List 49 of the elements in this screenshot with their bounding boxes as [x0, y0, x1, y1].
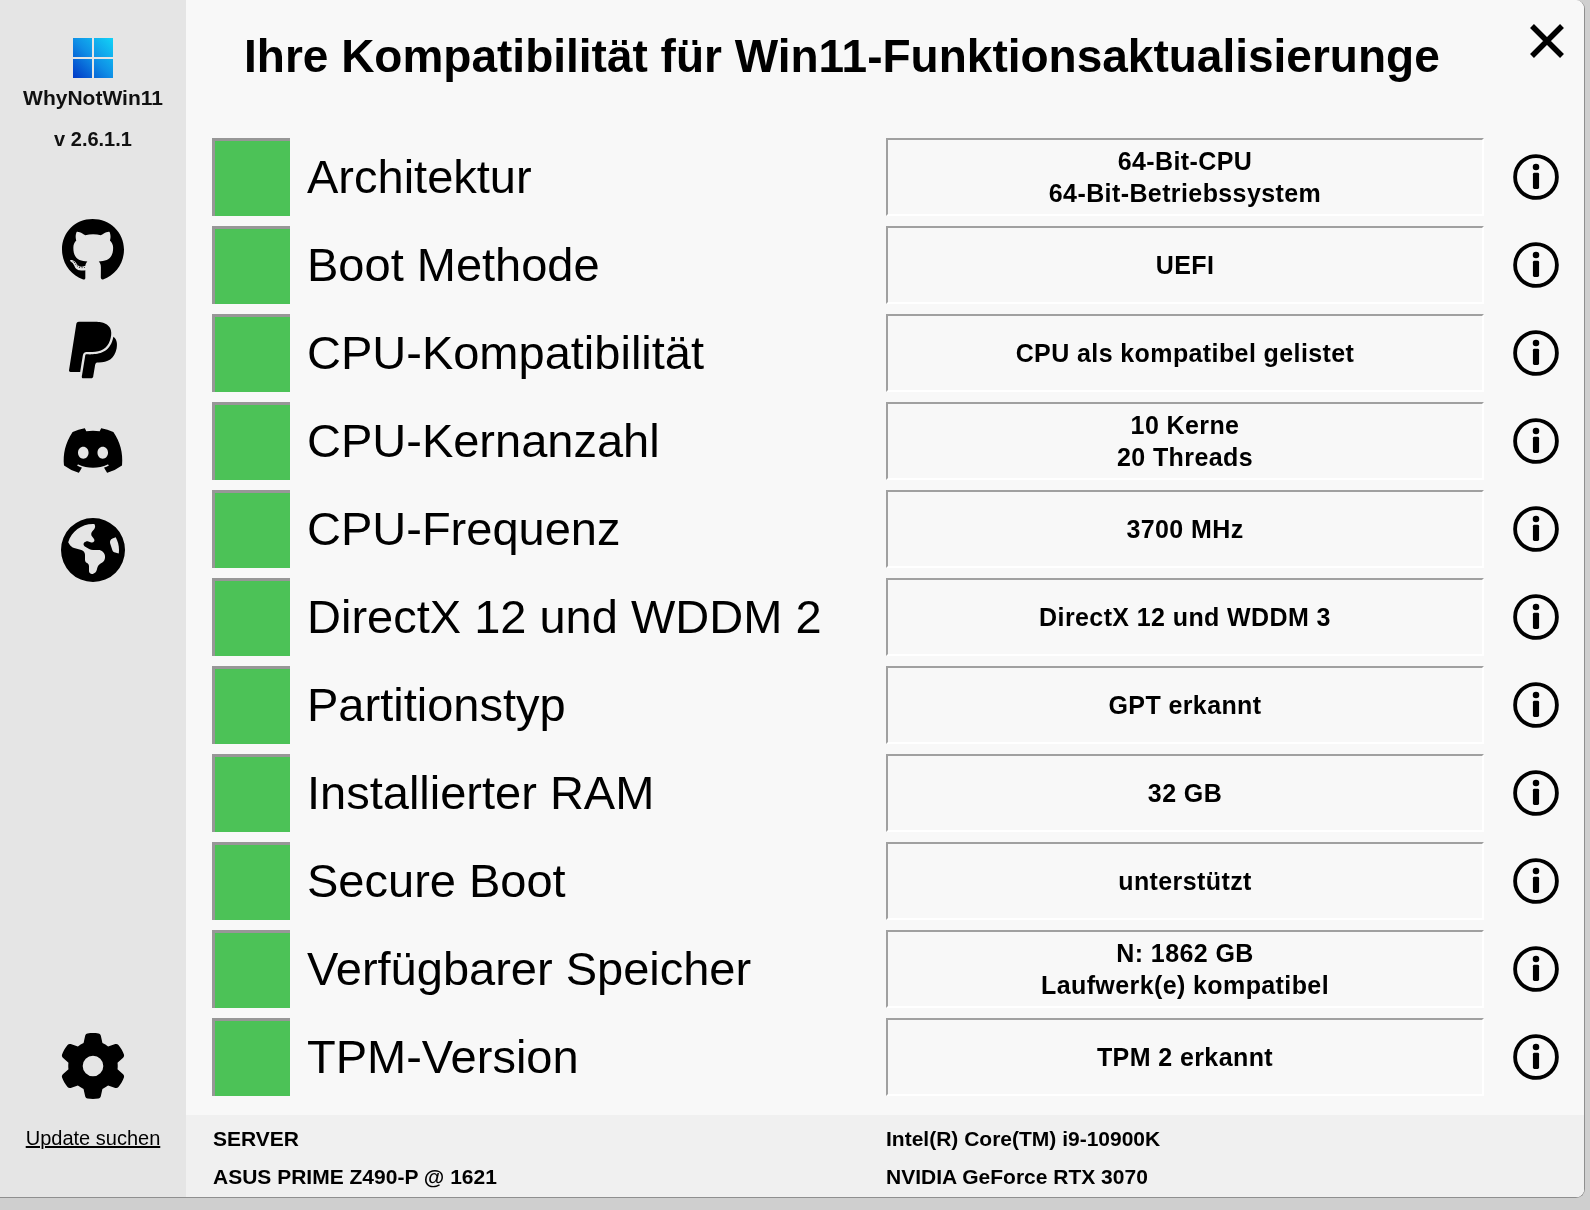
- check-label: Verfügbarer Speicher: [306, 941, 752, 997]
- result-text: 64-Bit-CPU: [1117, 146, 1253, 177]
- result-text: UEFI: [1155, 250, 1215, 281]
- close-icon[interactable]: [1528, 22, 1566, 60]
- check-label: TPM-Version: [306, 1029, 579, 1085]
- check-label: CPU-Kernanzahl: [306, 413, 660, 469]
- info-icon[interactable]: [1513, 858, 1559, 904]
- version-label: v 2.6.1.1: [54, 127, 132, 151]
- page-title: Ihre Kompatibilität für Win11-Funktionsaktualisierunge: [244, 29, 1441, 84]
- info-icon[interactable]: [1513, 506, 1559, 552]
- result-text: 10 Kerne: [1130, 410, 1240, 441]
- check-label: Partitionstyp: [306, 677, 566, 733]
- result-text: TPM 2 erkannt: [1096, 1042, 1274, 1073]
- check-label: CPU-Kompatibilität: [306, 325, 705, 381]
- result-text: CPU als kompatibel gelistet: [1015, 338, 1355, 369]
- windows-logo-icon: [73, 38, 113, 78]
- result-text: unterstützt: [1118, 866, 1252, 897]
- info-icon[interactable]: [1513, 946, 1559, 992]
- info-icon[interactable]: [1513, 330, 1559, 376]
- computer-name: SERVER: [213, 1126, 299, 1152]
- info-icon[interactable]: [1513, 682, 1559, 728]
- gpu-name: NVIDIA GeForce RTX 3070: [886, 1164, 1148, 1190]
- result-text: 64-Bit-Betriebssystem: [1048, 178, 1322, 209]
- result-text: Laufwerk(e) kompatibel: [1041, 970, 1329, 1001]
- result-text: 32 GB: [1147, 778, 1223, 809]
- result-text: 20 Threads: [1117, 442, 1253, 473]
- info-icon[interactable]: [1513, 242, 1559, 288]
- info-icon[interactable]: [1513, 154, 1559, 200]
- motherboard-name: ASUS PRIME Z490-P @ 1621: [213, 1164, 497, 1190]
- info-icon[interactable]: [1513, 418, 1559, 464]
- check-label: Architektur: [306, 149, 532, 205]
- cpu-name: Intel(R) Core(TM) i9-10900K: [886, 1126, 1161, 1152]
- info-icon[interactable]: [1513, 1034, 1559, 1080]
- check-label: Secure Boot: [306, 853, 566, 909]
- result-text: GPT erkannt: [1108, 690, 1262, 721]
- check-label: Boot Methode: [306, 237, 600, 293]
- settings-icon[interactable]: [60, 1033, 126, 1099]
- result-text: 3700 MHz: [1126, 514, 1244, 545]
- check-label: CPU-Frequenz: [306, 501, 621, 557]
- result-text: DirectX 12 und WDDM 3: [1039, 602, 1331, 633]
- info-icon[interactable]: [1513, 594, 1559, 640]
- info-icon[interactable]: [1513, 770, 1559, 816]
- check-label: Installierter RAM: [306, 765, 655, 821]
- github-icon[interactable]: [62, 218, 124, 282]
- app-name: WhyNotWin11: [23, 86, 163, 110]
- result-text: N: 1862 GB: [1116, 938, 1254, 969]
- globe-icon[interactable]: [61, 518, 125, 582]
- update-link[interactable]: Update suchen: [25, 1126, 161, 1150]
- check-label: DirectX 12 und WDDM 2: [306, 589, 822, 645]
